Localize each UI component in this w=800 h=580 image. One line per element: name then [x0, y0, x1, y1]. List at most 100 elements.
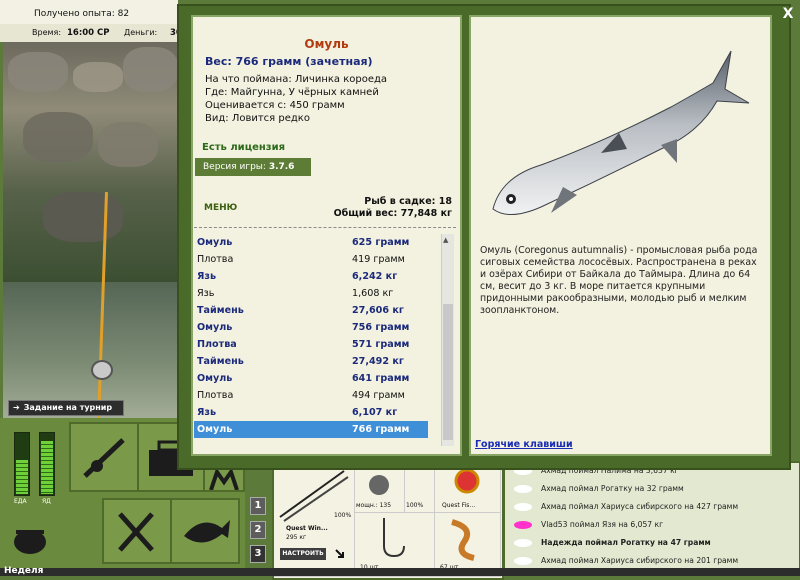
- line-spool-icon: [454, 468, 480, 494]
- poison-meter: [39, 432, 55, 496]
- water: [3, 282, 178, 418]
- caught-where: Где: Майгунна, У чёрных камней: [205, 87, 379, 98]
- caught-on: На что поймана: Личинка короеда: [205, 74, 388, 85]
- fish-icon: [184, 520, 230, 543]
- game-version: Версия игры: 3.7.6: [195, 158, 311, 176]
- time-value: 16:00 СР: [67, 28, 110, 38]
- fork-knife-icon: [118, 512, 154, 552]
- fish-icon: [514, 521, 532, 529]
- rod-weight: 295 кг: [286, 534, 307, 541]
- larva-icon: [451, 519, 475, 561]
- fish-icon: [514, 557, 532, 565]
- rod-name: Quest Win...: [286, 525, 328, 532]
- catch-row[interactable]: Омуль 625 грамм: [194, 234, 428, 251]
- catch-row[interactable]: Плотва 494 грамм: [194, 387, 428, 404]
- hook-icon: [383, 518, 405, 558]
- reel-power: мощн.: 135: [356, 502, 392, 509]
- catch-list-scrollbar[interactable]: ▲: [441, 234, 454, 446]
- catch-row[interactable]: Омуль 641 грамм: [194, 370, 428, 387]
- food-meter-fill: [16, 459, 28, 494]
- scrollbar-thumb[interactable]: [443, 304, 453, 440]
- line-slot[interactable]: Quest Fis...: [434, 467, 501, 513]
- slot-2-button[interactable]: 2: [250, 521, 266, 539]
- omul-fish-image: [492, 50, 750, 215]
- fish-catalog-button[interactable]: [170, 498, 240, 564]
- money-label: Деньги:: [124, 28, 158, 37]
- map-icon: [209, 468, 239, 490]
- cauldron-icon: [14, 530, 46, 554]
- version-label: Версия игры:: [203, 162, 266, 172]
- eat-button[interactable]: [102, 498, 172, 564]
- divider: [194, 227, 456, 228]
- food-label: ЕДА: [14, 498, 27, 505]
- catch-row[interactable]: Язь 6,242 кг: [194, 268, 428, 285]
- status-bar: Получено опыта: 82 Время: 16:00 СР Деньг…: [0, 0, 182, 42]
- reel-percent: 100%: [406, 502, 424, 509]
- hotkeys-link[interactable]: Горячие клавиши: [475, 439, 573, 450]
- catch-row[interactable]: Таймень 27,606 кг: [194, 302, 428, 319]
- poison-meter-fill: [41, 441, 53, 494]
- chat-log[interactable]: Ахмад поймал Налима на 3,637 кг Ахмад по…: [503, 461, 800, 573]
- experience-text: Получено опыта: 82: [34, 9, 130, 19]
- catch-row[interactable]: Омуль 756 грамм: [194, 319, 428, 336]
- food-meter: [14, 432, 30, 496]
- chat-message: Ахмад поймал Рогатку на 32 грамм: [505, 481, 797, 497]
- catch-row[interactable]: Плотва 419 грамм: [194, 251, 428, 268]
- rock: [123, 47, 178, 92]
- version-value: 3.7.6: [268, 162, 295, 172]
- chat-message: Надежда поймал Рогатку на 47 грамм: [505, 535, 797, 551]
- reel-icon: [369, 475, 389, 495]
- fish-weight: Вес: 766 грамм (зачетная): [205, 55, 373, 68]
- catch-row[interactable]: Язь 6,107 кг: [194, 404, 428, 421]
- license-status: Есть лицензия: [202, 142, 286, 153]
- rock: [23, 112, 93, 162]
- chat-message: Vlad53 поймал Язя на 6,057 кг: [505, 517, 797, 533]
- rock: [8, 52, 68, 92]
- valued-from: Оценивается с: 450 грамм: [205, 100, 345, 111]
- slot-3-button[interactable]: 3: [250, 545, 266, 563]
- close-icon[interactable]: X: [779, 5, 797, 23]
- rock: [43, 192, 123, 242]
- fishing-scene[interactable]: [3, 42, 178, 418]
- fish-icon: [514, 485, 532, 493]
- reel-slot[interactable]: мощн.: 135: [354, 467, 405, 513]
- reel-wear: 100%: [404, 467, 435, 513]
- tournament-task-label: Задание на турнир: [23, 403, 113, 412]
- line-name: Quest Fis...: [442, 502, 476, 509]
- tournament-task-button[interactable]: ➔ Задание на турнир: [8, 400, 124, 416]
- cauldron-button[interactable]: [6, 516, 54, 564]
- fish-name: Омуль: [304, 37, 349, 51]
- fish-icon: [514, 539, 532, 547]
- week-label: Неделя: [4, 566, 44, 576]
- rod-slot[interactable]: Quest Win... 295 кг 100%: [274, 467, 355, 577]
- tackle-panel: Quest Win... 295 кг 100% мощн.: 135 100%…: [272, 465, 504, 580]
- poison-label: ЯД: [42, 498, 51, 505]
- catch-list[interactable]: Омуль 625 грамм Плотва 419 грамм Язь 6,242 …: [193, 233, 443, 447]
- setup-button[interactable]: НАСТРОИТЬ: [280, 548, 326, 560]
- catch-row[interactable]: Омуль 766 грамм: [194, 421, 428, 438]
- fish-icon: [514, 503, 532, 511]
- rock: [73, 62, 123, 92]
- catch-row[interactable]: Язь 1,608 кг: [194, 285, 428, 302]
- total-weight: Общий вес: 77,848 кг: [333, 208, 452, 219]
- scroll-up-icon[interactable]: ▲: [443, 236, 448, 244]
- catch-row[interactable]: Плотва 571 грамм: [194, 336, 428, 353]
- arrow-icon: ➔: [13, 403, 20, 412]
- keepnet-count: Рыб в садке: 18: [364, 196, 452, 207]
- catch-row[interactable]: Таймень 27,492 кг: [194, 353, 428, 370]
- fish-description: Омуль (Coregonus autumnalis) - промыслов…: [480, 245, 758, 316]
- arrow-down-right-icon: [335, 549, 344, 558]
- fish-kind: Вид: Ловится редко: [205, 113, 310, 124]
- tackle-button[interactable]: [69, 422, 139, 492]
- rock: [98, 122, 158, 167]
- chat-message: Ахмад поймал Хариуса сибирского на 427 г…: [505, 499, 797, 515]
- fish-description-panel: Омуль (Coregonus autumnalis) - промыслов…: [469, 15, 772, 456]
- rod-percent: 100%: [334, 512, 352, 519]
- time-label: Время:: [32, 28, 62, 37]
- menu-button[interactable]: МЕНЮ: [204, 203, 237, 213]
- slot-1-button[interactable]: 1: [250, 497, 266, 515]
- chat-message: Ахмад поймал Хариуса сибирского на 201 г…: [505, 553, 797, 569]
- rod-icon: [83, 438, 125, 478]
- reel-icon: [91, 360, 113, 380]
- bottom-strip: Неделя: [0, 566, 800, 576]
